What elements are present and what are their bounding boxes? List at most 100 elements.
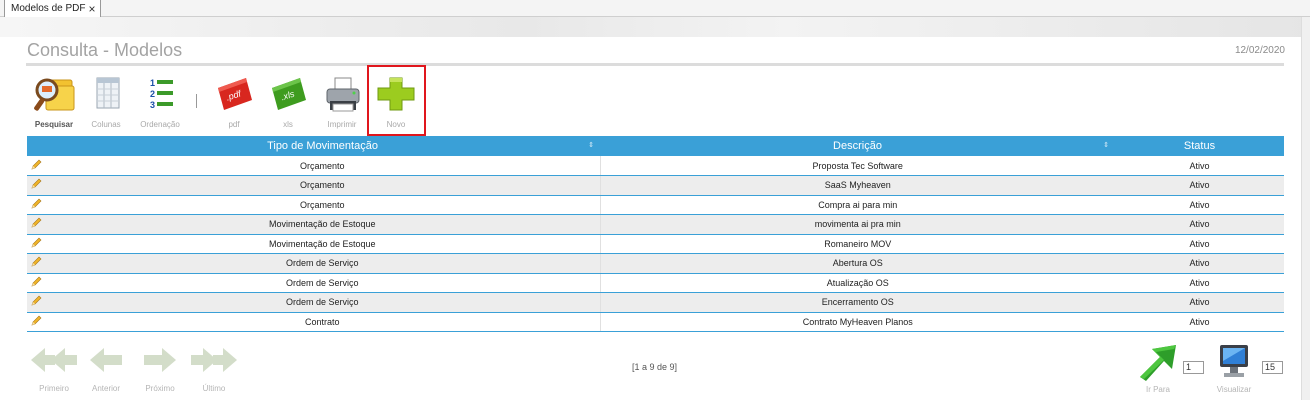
cell-status: Ativo <box>1115 253 1284 274</box>
double-arrow-left-icon <box>31 348 77 372</box>
view-button[interactable]: Visualizar <box>1208 343 1260 397</box>
vertical-scrollbar[interactable] <box>1301 17 1310 400</box>
arrow-right-icon <box>144 348 176 372</box>
next-page-button[interactable]: Próximo <box>132 345 188 397</box>
cell-descricao: Romaneiro MOV <box>599 234 1115 254</box>
edit-cell[interactable] <box>27 214 45 235</box>
pencil-icon[interactable] <box>30 295 42 307</box>
first-page-label: Primeiro <box>39 384 69 393</box>
xls-label: xls <box>283 120 293 129</box>
print-label: Imprimir <box>327 120 357 129</box>
table-row[interactable]: Movimentação de Estoque movimenta ai pra… <box>27 214 1284 235</box>
table-row[interactable]: Ordem de Serviço Abertura OS Ativo <box>27 253 1284 274</box>
first-page-button[interactable]: Primeiro <box>26 345 82 397</box>
models-table: Tipo de Movimentação ⇕ Descrição ⇕ Statu… <box>27 136 1284 332</box>
cell-status: Ativo <box>1115 292 1284 313</box>
pagination-info: [1 a 9 de 9] <box>632 362 678 372</box>
previous-page-button[interactable]: Anterior <box>78 345 134 397</box>
cell-descricao: Proposta Tec Software <box>599 156 1115 176</box>
tab-modelos-pdf[interactable]: Modelos de PDF × <box>4 0 101 17</box>
go-to-button[interactable]: Ir Para <box>1134 343 1182 397</box>
column-header-descricao-label: Descrição <box>833 140 882 152</box>
column-header-descricao[interactable]: Descrição ⇕ <box>600 136 1115 156</box>
go-to-arrow-icon <box>1140 345 1176 381</box>
table-row[interactable]: Orçamento Compra ai para min Ativo <box>27 195 1284 215</box>
toolbar-separator <box>196 94 197 108</box>
next-page-label: Próximo <box>145 384 175 393</box>
go-to-page-input[interactable]: 1 <box>1183 361 1204 374</box>
column-header-status[interactable]: Status <box>1115 136 1284 156</box>
cell-tipo: Orçamento <box>45 156 600 176</box>
monitor-icon <box>1220 345 1248 377</box>
column-header-status-label: Status <box>1183 140 1216 152</box>
cell-tipo: Movimentação de Estoque <box>45 234 600 254</box>
go-to-label: Ir Para <box>1145 385 1170 394</box>
edit-cell[interactable] <box>27 175 45 196</box>
columns-label: Colunas <box>91 120 121 129</box>
table-row[interactable]: Orçamento SaaS Myheaven Ativo <box>27 175 1284 196</box>
table-row[interactable]: Contrato Contrato MyHeaven Planos Ativo <box>27 312 1284 332</box>
ordering-button[interactable]: 1 2 3 Ordenação <box>132 72 188 134</box>
cell-tipo: Ordem de Serviço <box>45 253 600 274</box>
cell-tipo: Contrato <box>45 312 600 332</box>
cell-descricao: Encerramento OS <box>599 292 1115 313</box>
last-page-button[interactable]: Último <box>186 345 242 397</box>
column-header-tipo-label: Tipo de Movimentação <box>267 140 378 152</box>
table-row[interactable]: Movimentação de Estoque Romaneiro MOV At… <box>27 234 1284 254</box>
edit-cell[interactable] <box>27 234 45 254</box>
cell-tipo: Ordem de Serviço <box>45 273 600 293</box>
table-row[interactable]: Ordem de Serviço Encerramento OS Ativo <box>27 292 1284 313</box>
cell-descricao: Compra ai para min <box>599 195 1115 215</box>
edit-cell[interactable] <box>27 312 45 332</box>
xls-button[interactable]: .xls xls <box>260 72 316 134</box>
pencil-icon[interactable] <box>30 237 42 249</box>
column-header-tipo[interactable]: Tipo de Movimentação ⇕ <box>45 136 600 156</box>
cell-descricao: movimenta ai pra min <box>599 214 1115 235</box>
columns-icon <box>96 77 120 109</box>
cell-descricao: Contrato MyHeaven Planos <box>599 312 1115 332</box>
last-page-label: Último <box>202 384 226 393</box>
pdf-icon: .pdf <box>218 78 252 110</box>
svg-text:1: 1 <box>150 78 155 88</box>
sort-icon[interactable]: ⇕ <box>1103 141 1109 149</box>
cell-tipo: Orçamento <box>45 175 600 196</box>
pdf-button[interactable]: .pdf pdf <box>206 72 262 134</box>
edit-cell[interactable] <box>27 253 45 274</box>
cell-status: Ativo <box>1115 273 1284 293</box>
pencil-icon[interactable] <box>30 256 42 268</box>
edit-cell[interactable] <box>27 195 45 215</box>
header-band <box>0 17 1310 37</box>
pencil-icon[interactable] <box>30 198 42 210</box>
edit-cell[interactable] <box>27 292 45 313</box>
columns-button[interactable]: Colunas <box>78 72 134 134</box>
cell-status: Ativo <box>1115 195 1284 215</box>
table-row[interactable]: Ordem de Serviço Atualização OS Ativo <box>27 273 1284 293</box>
edit-cell[interactable] <box>27 156 45 176</box>
search-label: Pesquisar <box>34 120 74 129</box>
pencil-icon[interactable] <box>30 159 42 171</box>
cell-descricao: Abertura OS <box>599 253 1115 274</box>
cell-status: Ativo <box>1115 156 1284 176</box>
svg-text:3: 3 <box>150 100 155 110</box>
double-arrow-right-icon <box>191 348 237 372</box>
print-button[interactable]: Imprimir <box>314 72 370 134</box>
cell-tipo: Ordem de Serviço <box>45 292 600 313</box>
tab-bar: Modelos de PDF × <box>0 0 1310 17</box>
arrow-left-icon <box>90 348 122 372</box>
close-icon[interactable]: × <box>88 1 95 17</box>
sort-icon[interactable]: ⇕ <box>588 141 594 149</box>
pencil-icon[interactable] <box>30 178 42 190</box>
pencil-icon[interactable] <box>30 217 42 229</box>
search-button[interactable]: Pesquisar <box>26 72 82 134</box>
pencil-icon[interactable] <box>30 315 42 327</box>
pencil-icon[interactable] <box>30 276 42 288</box>
edit-cell[interactable] <box>27 273 45 293</box>
new-button-highlight <box>367 65 426 136</box>
cell-status: Ativo <box>1115 175 1284 196</box>
cell-descricao: SaaS Myheaven <box>599 175 1115 196</box>
svg-text:2: 2 <box>150 89 155 99</box>
page-size-input[interactable]: 15 <box>1262 361 1283 374</box>
tab-label: Modelos de PDF <box>11 2 86 14</box>
table-row[interactable]: Orçamento Proposta Tec Software Ativo <box>27 156 1284 176</box>
page-title: Consulta - Modelos <box>27 40 183 60</box>
